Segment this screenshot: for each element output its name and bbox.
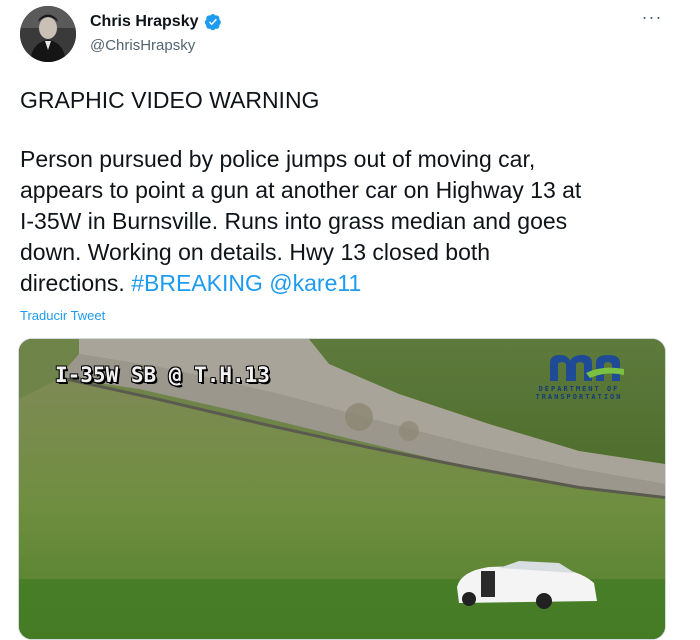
verified-badge-icon <box>204 13 221 31</box>
department-line-2: TRANSPORTATION <box>535 393 623 401</box>
more-options-icon[interactable]: ··· <box>640 8 664 30</box>
mndot-logo-icon <box>550 355 624 381</box>
tweet-body-line: down. Working on details. Hwy 13 closed … <box>20 239 491 265</box>
tweet-card: Chris Hrapsky @ChrisHrapsky ··· GRAPHIC … <box>0 0 700 640</box>
video-media[interactable]: I-35W SB @ T.H.13 DEPARTMENT OF TRANSPOR… <box>18 338 666 640</box>
department-line-1: DEPARTMENT OF <box>538 385 620 393</box>
avatar-image <box>20 6 76 62</box>
tweet-body-line: Person pursued by police jumps out of mo… <box>20 146 536 172</box>
tweet-body-line: directions. <box>20 270 125 296</box>
tweet-body: Person pursued by police jumps out of mo… <box>20 144 660 299</box>
tweet-body-line-last: directions. #BREAKING @kare11 <box>20 268 660 299</box>
tweet-headline: GRAPHIC VIDEO WARNING <box>20 87 320 113</box>
translate-tweet-link[interactable]: Traducir Tweet <box>20 308 105 323</box>
tweet-body-line: appears to point a gun at another car on… <box>20 177 582 203</box>
author-name-row[interactable]: Chris Hrapsky <box>90 13 222 31</box>
display-name[interactable]: Chris Hrapsky <box>90 13 199 31</box>
mndot-department-text: DEPARTMENT OF TRANSPORTATION <box>519 385 639 401</box>
camera-location-label: I-35W SB @ T.H.13 <box>55 363 270 387</box>
avatar[interactable] <box>20 6 76 62</box>
mention-link[interactable]: @kare11 <box>269 270 361 296</box>
hashtag-link[interactable]: #BREAKING <box>131 270 263 296</box>
tweet-body-line: I-35W in Burnsville. Runs into grass med… <box>20 208 568 234</box>
author-handle[interactable]: @ChrisHrapsky <box>90 37 195 54</box>
